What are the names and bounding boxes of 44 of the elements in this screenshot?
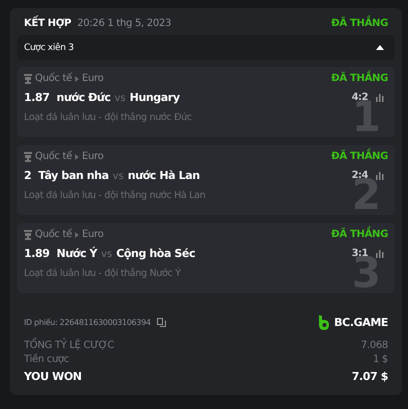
vs-label: vs: [112, 171, 124, 182]
league-name: Quốc tế: [35, 151, 72, 162]
odds-value: 1.89: [24, 247, 50, 260]
league-name: Euro: [82, 73, 104, 84]
chevron-icon: [74, 154, 79, 160]
stats-icon: [376, 94, 384, 102]
vs-label: vs: [101, 249, 112, 260]
team-name: nước Hà Lan: [128, 169, 200, 182]
stats-icon: [376, 172, 384, 180]
summary-label: TỔNG TỶ LỆ CƯỢC: [24, 340, 114, 351]
market-text: Loạt đá luân lưu - đội thắng nước Đức: [24, 112, 193, 123]
league-name: Euro: [82, 229, 104, 240]
match-score: 4:2: [352, 92, 368, 103]
summary-value: 1 $: [372, 354, 388, 365]
stats-icon: [376, 250, 384, 258]
logo-icon: [318, 315, 330, 330]
ticket-id: ID phiếu: 2264811630003106394: [24, 318, 151, 327]
brand-name: BC.GAME: [334, 316, 388, 329]
summary-label: YOU WON: [24, 370, 82, 383]
chevron-icon: [74, 76, 79, 82]
team-name: nước Đức: [56, 91, 110, 104]
summary-value: 7.068: [360, 340, 388, 351]
league-name: Quốc tế: [35, 229, 72, 240]
league-name: Euro: [82, 151, 104, 162]
odds-value: 2: [24, 169, 32, 182]
team-name: Cộng hòa Séc: [116, 247, 196, 260]
parlay-toggle[interactable]: Cược xiên 3: [17, 35, 395, 60]
vs-label: vs: [114, 93, 126, 104]
odds-value: 1.87: [24, 91, 50, 104]
summary-label: Tiền cược: [24, 354, 70, 365]
chevron-icon: [74, 232, 79, 238]
leg-number: 2: [352, 178, 381, 212]
match-score: 2:4: [352, 170, 368, 181]
copy-icon[interactable]: [156, 318, 166, 327]
summary-value: 7.07 $: [352, 370, 388, 383]
market-text: Loạt đá luân lưu - đội thắng nước Hà Lan: [24, 190, 206, 201]
league-name: Quốc tế: [35, 73, 72, 84]
bet-type: KẾT HỢP: [24, 18, 72, 29]
bet-date: 20:26 1 thg 5, 2023: [77, 18, 172, 29]
market-text: Loạt đá luân lưu - đội thắng Nước Ý: [24, 268, 182, 279]
team-name: Hungary: [130, 91, 180, 104]
match-score: 3:1: [352, 248, 368, 259]
team-name: Nước Ý: [56, 247, 98, 260]
team-name: Tây ban nha: [38, 169, 109, 182]
